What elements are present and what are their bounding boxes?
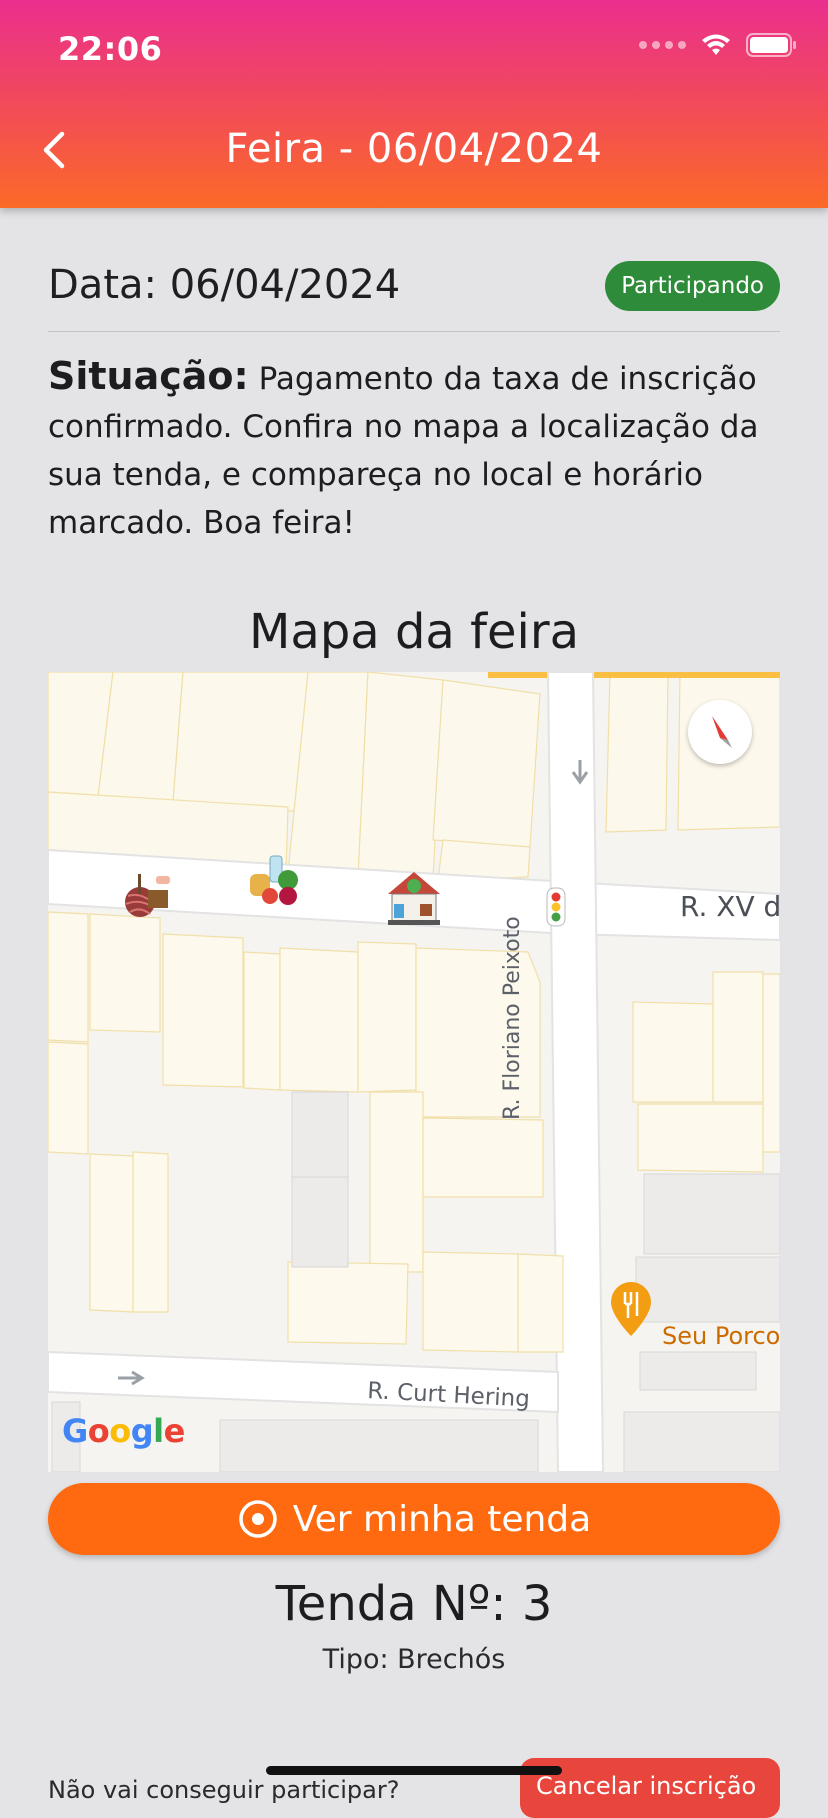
google-logo: Google xyxy=(62,1412,185,1450)
google-letter-g: G xyxy=(62,1412,88,1450)
status-badge: Participando xyxy=(605,261,780,311)
status-time: 22:06 xyxy=(58,30,163,68)
fair-date-row: Data: 06/04/2024 Participando xyxy=(48,258,780,314)
tent-number: Tenda Nº: 3 xyxy=(275,1576,553,1632)
crafts-stall-icon[interactable] xyxy=(116,862,180,926)
map-base xyxy=(48,672,780,1472)
status-indicators xyxy=(639,32,798,58)
view-tent-button[interactable]: Ver minha tenda xyxy=(48,1483,780,1555)
google-letter-g2: g xyxy=(130,1412,154,1450)
situation-label: Situação: xyxy=(48,354,249,398)
app-header: 22:06 Feira - 06/04/2024 xyxy=(0,0,828,208)
thrift-store-icon[interactable] xyxy=(382,866,446,930)
street-label-xv: R. XV d xyxy=(680,890,780,923)
page-title: Feira - 06/04/2024 xyxy=(225,126,603,172)
view-tent-label: Ver minha tenda xyxy=(292,1498,592,1540)
target-icon xyxy=(239,1500,277,1538)
food-stall-icon[interactable] xyxy=(240,850,304,914)
google-letter-l: l xyxy=(153,1412,164,1450)
compass-button[interactable] xyxy=(688,700,752,764)
divider xyxy=(48,331,780,332)
cant-participate-text: Não vai conseguir participar? xyxy=(48,1776,400,1804)
wifi-icon xyxy=(702,34,730,55)
compass-icon xyxy=(712,716,732,748)
situation-text: Situação: Pagamento da taxa de inscrição… xyxy=(48,352,788,547)
cellular-signal-icon xyxy=(639,41,686,49)
map-title: Mapa da feira xyxy=(248,604,580,660)
google-letter-o2: o xyxy=(109,1412,131,1450)
fair-date: Data: 06/04/2024 xyxy=(48,262,401,308)
traffic-light-icon xyxy=(546,887,566,927)
street-label-floriano-peixoto: R. Floriano Peixoto xyxy=(500,916,525,1120)
home-indicator xyxy=(266,1766,562,1775)
fair-map[interactable]: R. XV d R. Curt Hering R. Floriano Peixo… xyxy=(48,672,780,1472)
tent-type: Tipo: Brechós xyxy=(322,1644,506,1675)
battery-icon xyxy=(746,33,796,57)
poi-label[interactable]: Seu Porco xyxy=(662,1322,780,1350)
google-letter-o1: o xyxy=(87,1412,110,1450)
google-letter-e: e xyxy=(163,1412,186,1450)
